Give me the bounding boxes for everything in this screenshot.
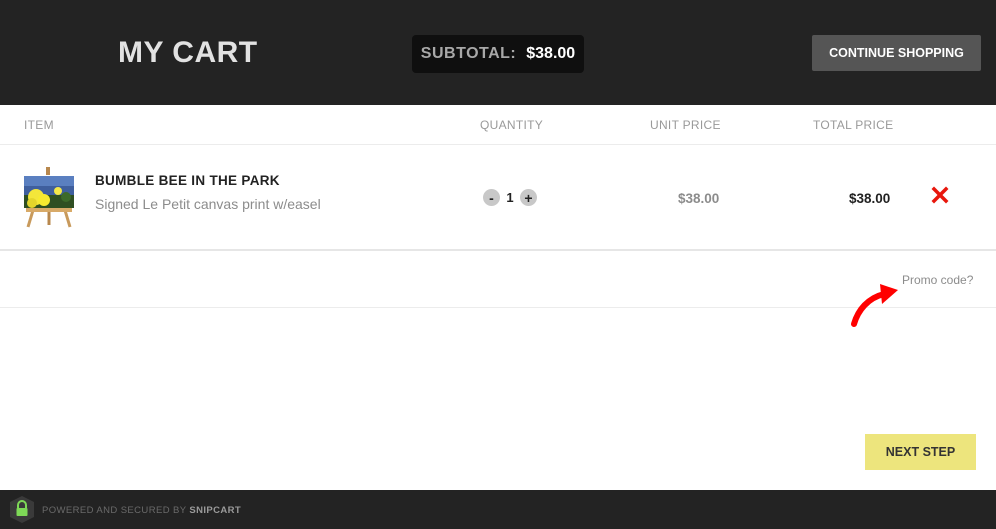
item-description: Signed Le Petit canvas print w/easel bbox=[95, 196, 321, 212]
powered-by-label: POWERED AND SECURED BY bbox=[42, 505, 187, 516]
arrow-icon bbox=[851, 284, 898, 327]
item-name: BUMBLE BEE IN THE PARK bbox=[95, 173, 280, 188]
footer: POWERED AND SECURED BY SNIPCART bbox=[0, 490, 996, 529]
increase-quantity-button[interactable]: + bbox=[520, 189, 537, 206]
promo-code-link[interactable]: Promo code? bbox=[902, 273, 973, 287]
column-total-price: TOTAL PRICE bbox=[813, 118, 894, 132]
close-icon[interactable] bbox=[930, 185, 950, 205]
subtotal-label: SUBTOTAL: bbox=[420, 45, 517, 62]
page-title: MY CART bbox=[118, 36, 258, 69]
total-price: $38.00 bbox=[849, 191, 891, 206]
column-item: ITEM bbox=[24, 118, 54, 132]
quantity-value: 1 bbox=[506, 190, 514, 205]
subtotal-value: $38.00 bbox=[526, 45, 576, 62]
powered-by-text: POWERED AND SECURED BY SNIPCART bbox=[42, 505, 241, 516]
continue-shopping-button[interactable]: CONTINUE SHOPPING bbox=[812, 35, 981, 71]
subtotal-box: SUBTOTAL: $38.00 bbox=[412, 35, 584, 73]
column-quantity: QUANTITY bbox=[480, 118, 544, 132]
lock-icon bbox=[10, 496, 34, 523]
table-row: BUMBLE BEE IN THE PARK Signed Le Petit c… bbox=[0, 145, 996, 251]
snipcart-brand: SNIPCART bbox=[189, 505, 242, 516]
cart-header: MY CART SUBTOTAL: $38.00 CONTINUE SHOPPI… bbox=[0, 0, 996, 105]
product-thumbnail bbox=[24, 167, 74, 228]
quantity-stepper: - 1 + bbox=[483, 189, 537, 206]
unit-price: $38.00 bbox=[678, 191, 720, 206]
next-step-button[interactable]: NEXT STEP bbox=[865, 434, 976, 470]
promo-section: Promo code? bbox=[0, 251, 996, 308]
decrease-quantity-button[interactable]: - bbox=[483, 189, 500, 206]
table-header: ITEM QUANTITY UNIT PRICE TOTAL PRICE bbox=[0, 105, 996, 145]
column-unit-price: UNIT PRICE bbox=[650, 118, 721, 132]
